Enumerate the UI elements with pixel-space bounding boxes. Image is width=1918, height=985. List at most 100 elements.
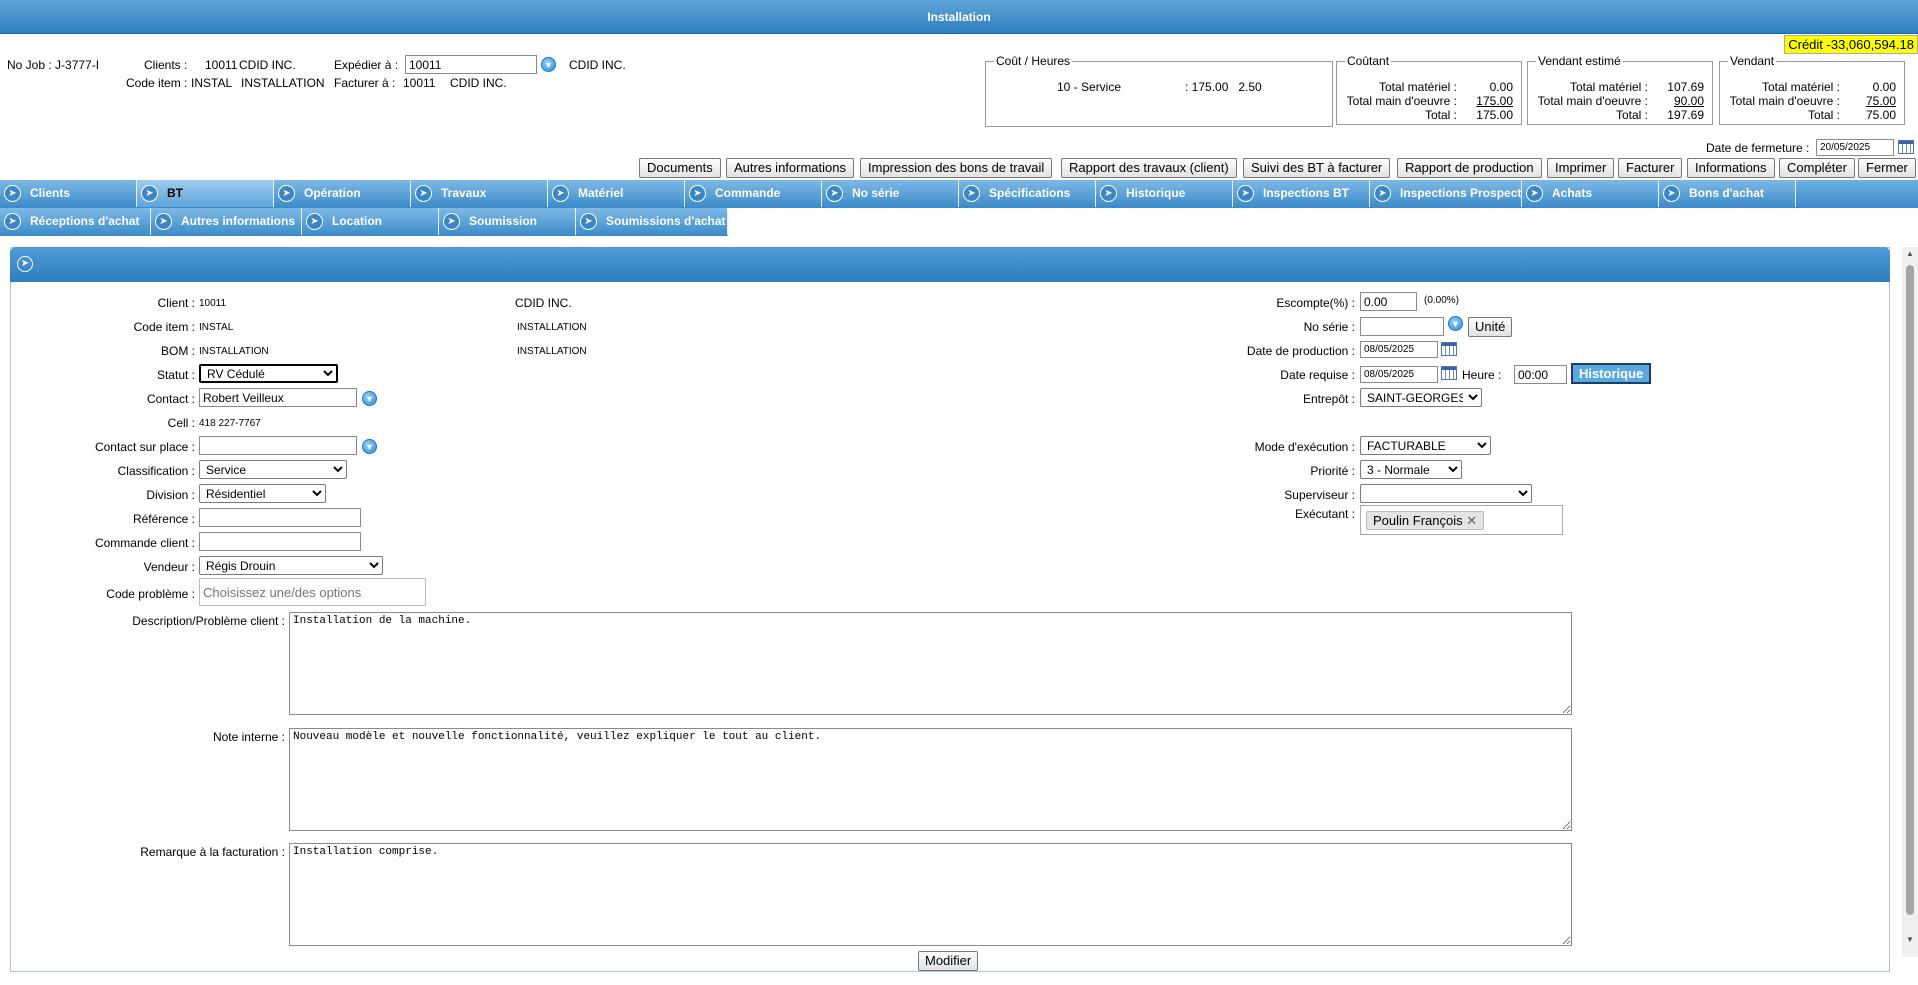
scroll-up-icon[interactable]: ▲ (1905, 249, 1915, 258)
ship-name: CDID INC. (569, 58, 626, 72)
close-icon[interactable]: ✕ (1466, 513, 1477, 528)
bt-panel-header[interactable]: ➤ (10, 247, 1890, 282)
tab-inspections-prospect[interactable]: ➤ Inspections Prospect (1370, 180, 1522, 207)
rapport-travaux-button[interactable]: Rapport des travaux (client) (1061, 158, 1237, 178)
ship-to-input[interactable] (405, 55, 537, 74)
closing-date-label: Date de fermeture : (1706, 141, 1810, 155)
coutant-materiel-value: 0.00 (1489, 80, 1513, 94)
tab-operation[interactable]: ➤ Opération (274, 180, 411, 207)
completer-button[interactable]: Compléter (1779, 158, 1855, 178)
tab-label: Inspections Prospect (1400, 186, 1522, 200)
rapport-production-button[interactable]: Rapport de production (1397, 158, 1542, 178)
arrow-right-icon: ➤ (689, 185, 706, 202)
client-code: 10011 (199, 298, 227, 309)
documents-button[interactable]: Documents (639, 158, 721, 178)
executant-multiselect[interactable]: Poulin François ✕ (1360, 505, 1563, 535)
tab-no-serie[interactable]: ➤ No série (822, 180, 959, 207)
vendeur-select[interactable]: Régis Drouin (199, 556, 383, 575)
fermer-button[interactable]: Fermer (1858, 158, 1916, 178)
executant-chip[interactable]: Poulin François ✕ (1366, 511, 1485, 530)
tab-location[interactable]: ➤ Location (302, 208, 439, 235)
tab-inspections-bt[interactable]: ➤ Inspections BT (1233, 180, 1370, 207)
note-label: Note interne : (212, 730, 285, 744)
contact-place-input[interactable] (199, 436, 357, 455)
contact-chevron-down-icon[interactable]: ▼ (362, 391, 377, 406)
tab-autres-informations[interactable]: ➤ Autres informations (151, 208, 302, 235)
arrow-right-icon: ➤ (1237, 185, 1254, 202)
arrow-right-icon: ➤ (4, 213, 21, 230)
tab-achats[interactable]: ➤ Achats (1522, 180, 1659, 207)
commande-label: Commande client : (94, 536, 195, 550)
arrow-right-icon: ➤ (552, 185, 569, 202)
statut-select[interactable]: RV Cédulé (199, 364, 338, 383)
tab-label: BT (167, 186, 183, 200)
clients-label: Clients : (144, 58, 188, 72)
superviseur-select[interactable] (1360, 484, 1532, 503)
modifier-button[interactable]: Modifier (918, 951, 979, 971)
tab-bt[interactable]: ➤ BT (137, 180, 274, 207)
tab-label: No série (852, 186, 900, 200)
historique-button[interactable]: Historique (1571, 363, 1652, 384)
imprimer-button[interactable]: Imprimer (1547, 158, 1615, 178)
escompte-input[interactable] (1360, 292, 1417, 311)
tab-materiel[interactable]: ➤ Matériel (548, 180, 685, 207)
autres-informations-button[interactable]: Autres informations (726, 158, 854, 178)
arrow-right-icon: ➤ (963, 185, 980, 202)
tab-bons-achat[interactable]: ➤ Bons d'achat (1659, 180, 1796, 207)
tab-label: Bons d'achat (1689, 186, 1764, 200)
date-req-input[interactable] (1360, 366, 1438, 383)
tab-clients[interactable]: ➤ Clients (0, 180, 137, 207)
tab-historique[interactable]: ➤ Historique (1096, 180, 1233, 207)
unite-button[interactable]: Unité (1468, 317, 1513, 337)
facturer-button[interactable]: Facturer (1618, 158, 1683, 178)
noserie-chevron-down-icon[interactable]: ▼ (1448, 316, 1463, 331)
closing-date-input[interactable] (1816, 139, 1894, 156)
tab-label: Commande (715, 186, 781, 200)
tab-row-2-spacer (728, 208, 1918, 236)
tab-receptions-achat[interactable]: ➤ Réceptions d'achat (0, 208, 151, 235)
commande-input[interactable] (199, 532, 361, 551)
vend-main-label: Total main d'oeuvre : (1729, 94, 1840, 108)
contact-input[interactable] (199, 388, 357, 407)
noserie-input[interactable] (1360, 317, 1444, 336)
note-textarea[interactable]: Nouveau modèle et nouvelle fonctionnalit… (289, 728, 1572, 831)
tab-label: Spécifications (989, 186, 1071, 200)
escompte-pct: (0.00%) (1424, 295, 1460, 306)
entrepot-select[interactable]: SAINT-GEORGES (1360, 388, 1482, 407)
tab-travaux[interactable]: ➤ Travaux (411, 180, 548, 207)
classification-select[interactable]: Service (199, 460, 347, 479)
informations-button[interactable]: Informations (1687, 158, 1775, 178)
remarque-textarea[interactable]: Installation comprise. (289, 843, 1572, 946)
statut-label: Statut : (156, 368, 195, 382)
vest-main-value: 90.00 (1673, 94, 1704, 108)
item-form-code: INSTAL (199, 322, 234, 333)
closing-calendar-icon[interactable] (1898, 140, 1914, 154)
tab-specifications[interactable]: ➤ Spécifications (959, 180, 1096, 207)
description-textarea[interactable]: Installation de la machine. (289, 612, 1572, 715)
impression-button[interactable]: Impression des bons de travail (860, 158, 1053, 178)
code-probleme-input[interactable] (199, 578, 426, 606)
scroll-down-icon[interactable]: ▼ (1905, 935, 1915, 944)
division-select[interactable]: Résidentiel (199, 484, 326, 503)
priorite-select[interactable]: 3 - Normale (1360, 460, 1462, 479)
page-scrollbar[interactable]: ▲ ▼ (1902, 247, 1918, 957)
contact-place-chevron-down-icon[interactable]: ▼ (362, 439, 377, 454)
heure-input[interactable] (1514, 365, 1567, 384)
date-prod-input[interactable] (1360, 341, 1438, 358)
tab-soumission[interactable]: ➤ Soumission (439, 208, 576, 235)
vest-materiel-value: 107.69 (1667, 80, 1704, 94)
reference-label: Référence : (132, 512, 195, 526)
window-title: Installation (0, 0, 1918, 34)
date-prod-calendar-icon[interactable] (1441, 342, 1457, 356)
mode-select[interactable]: FACTURABLE (1360, 436, 1491, 455)
tab-label: Soumission (469, 214, 538, 228)
reference-input[interactable] (199, 508, 361, 527)
cost-hours-box: Coût / Heures 10 - Service : 175.00 2.50 (985, 54, 1333, 127)
date-req-calendar-icon[interactable] (1441, 366, 1457, 380)
description-label: Description/Problème client : (132, 614, 285, 628)
tab-soumissions-achat[interactable]: ➤ Soumissions d'achat (576, 208, 728, 235)
ship-chevron-down-icon[interactable]: ▼ (541, 57, 556, 72)
scroll-thumb[interactable] (1906, 265, 1914, 915)
tab-commande[interactable]: ➤ Commande (685, 180, 822, 207)
suivi-bt-button[interactable]: Suivi des BT à facturer (1243, 158, 1391, 178)
